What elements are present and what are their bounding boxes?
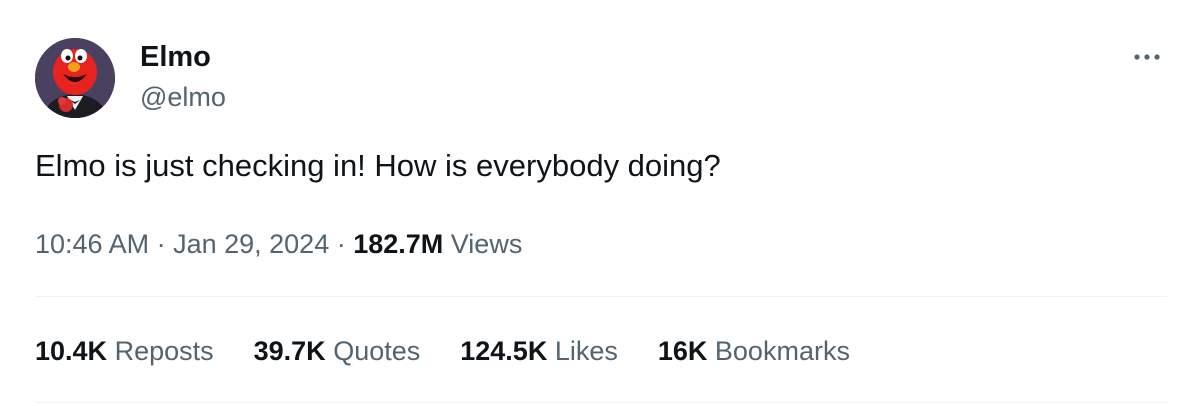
- bookmarks-label: Bookmarks: [707, 336, 850, 366]
- quotes-label: Quotes: [325, 336, 421, 366]
- divider: [35, 296, 1167, 297]
- elmo-avatar-image: [35, 38, 115, 118]
- likes-count: 124.5K: [460, 336, 548, 366]
- likes-label: Likes: [547, 336, 618, 366]
- bookmarks-count: 16K: [657, 336, 708, 366]
- reposts-stat[interactable]: 10.4K Reposts: [35, 333, 214, 369]
- avatar[interactable]: [35, 38, 115, 118]
- divider: [35, 402, 1167, 403]
- meta-separator: ·: [329, 229, 354, 259]
- engagement-stats: 10.4K Reposts 39.7K Quotes 124.5K Likes …: [35, 333, 890, 369]
- author-display-name[interactable]: Elmo: [140, 40, 211, 74]
- views-label: Views: [443, 229, 523, 259]
- reposts-count: 10.4K: [35, 336, 108, 366]
- tweet-card: Elmo @elmo Elmo is just checking in! How…: [0, 0, 1200, 406]
- quotes-stat[interactable]: 39.7K Quotes: [254, 333, 421, 369]
- tweet-date[interactable]: Jan 29, 2024: [173, 229, 329, 259]
- tweet-time[interactable]: 10:46 AM: [35, 229, 149, 259]
- more-horizontal-icon[interactable]: [1127, 40, 1167, 74]
- likes-stat[interactable]: 124.5K Likes: [460, 333, 618, 369]
- views-count: 182.7M: [353, 229, 444, 259]
- bookmarks-stat[interactable]: 16K Bookmarks: [658, 333, 850, 369]
- author-handle[interactable]: @elmo: [140, 80, 226, 114]
- quotes-count: 39.7K: [253, 336, 326, 366]
- reposts-label: Reposts: [107, 336, 214, 366]
- tweet-text: Elmo is just checking in! How is everybo…: [35, 148, 721, 183]
- tweet-metadata: 10:46 AM · Jan 29, 2024 · 182.7M Views: [35, 226, 522, 262]
- meta-separator: ·: [149, 229, 174, 259]
